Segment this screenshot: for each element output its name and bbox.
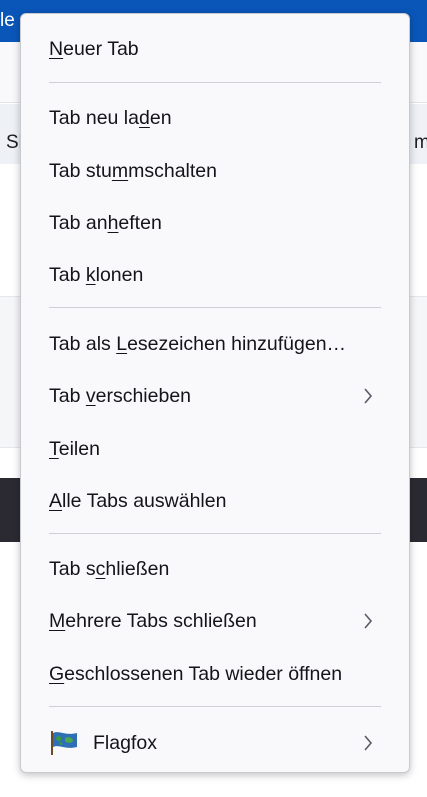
menu-separator xyxy=(49,307,381,308)
menu-item-close-tab[interactable]: Tab schließen xyxy=(21,547,409,591)
tab-context-menu: Neuer Tab Tab neu laden Tab stummschalte… xyxy=(20,13,410,773)
menu-item-label: Tab neu laden xyxy=(49,106,172,129)
menu-item-reload-tab[interactable]: Tab neu laden xyxy=(21,96,409,140)
menu-item-label: Tab stummschalten xyxy=(49,159,217,182)
menu-item-bookmark-tab[interactable]: Tab als Lesezeichen hinzufügen… xyxy=(21,322,409,366)
menu-item-share[interactable]: Teilen xyxy=(21,427,409,471)
menu-separator xyxy=(49,706,381,707)
menu-item-mute-tab[interactable]: Tab stummschalten xyxy=(21,149,409,193)
menu-item-label: Tab anheften xyxy=(49,211,162,234)
chevron-right-icon xyxy=(364,388,373,404)
menu-item-label: Neuer Tab xyxy=(49,37,139,60)
flagfox-globe-icon xyxy=(51,731,77,755)
menu-item-label: Flagfox xyxy=(93,731,157,754)
menu-item-duplicate-tab[interactable]: Tab klonen xyxy=(21,253,409,297)
menu-item-close-multiple-tabs[interactable]: Mehrere Tabs schließen xyxy=(21,599,409,643)
menu-separator xyxy=(49,82,381,83)
page-partial-text-right: m xyxy=(414,132,427,153)
menu-item-reopen-closed-tab[interactable]: Geschlossenen Tab wieder öffnen xyxy=(21,652,409,696)
chevron-right-icon xyxy=(364,613,373,629)
menu-item-label: Mehrere Tabs schließen xyxy=(49,609,257,632)
menu-item-label: Tab als Lesezeichen hinzufügen… xyxy=(49,332,347,355)
menu-item-new-tab[interactable]: Neuer Tab xyxy=(21,27,409,71)
menu-separator xyxy=(49,533,381,534)
menu-item-select-all-tabs[interactable]: Alle Tabs auswählen xyxy=(21,479,409,523)
chevron-right-icon xyxy=(364,735,373,751)
tab-bar-partial-text: le xyxy=(0,10,15,31)
menu-item-label: Alle Tabs auswählen xyxy=(49,489,227,512)
menu-item-label: Tab klonen xyxy=(49,263,144,286)
menu-item-label: Tab verschieben xyxy=(49,384,192,407)
menu-item-pin-tab[interactable]: Tab anheften xyxy=(21,201,409,245)
menu-item-label: Teilen xyxy=(49,437,100,460)
menu-item-flagfox[interactable]: Flagfox xyxy=(21,721,409,765)
menu-item-move-tab[interactable]: Tab verschieben xyxy=(21,374,409,418)
menu-item-label: Tab schließen xyxy=(49,557,170,580)
menu-item-label: Geschlossenen Tab wieder öffnen xyxy=(49,662,343,685)
